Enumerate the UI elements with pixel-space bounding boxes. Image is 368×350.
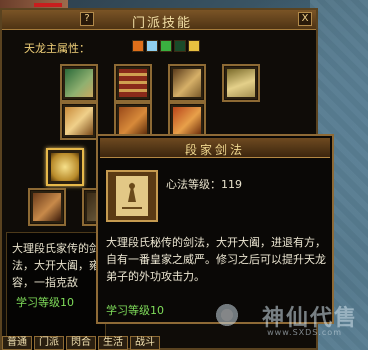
tooltip-description: 大理段氏秘传的剑法，大开大阖，进退有方，自有一番皇家之威严。修习之后可以提升天龙… bbox=[106, 236, 326, 283]
tab-combo[interactable]: 閃合 bbox=[66, 336, 96, 350]
tooltip-title: 段家剑法 bbox=[184, 143, 245, 157]
tooltip-level: 心法等级：119 bbox=[166, 178, 242, 191]
watermark: 神仙代售 www.SXDS.com bbox=[212, 300, 362, 346]
yang-icon bbox=[188, 40, 200, 52]
tooltip-learn-level: 学习等级10 bbox=[106, 304, 164, 317]
window-titlebar[interactable]: ? 门派技能 X bbox=[2, 10, 316, 31]
skill-slot-scroll-bundle[interactable] bbox=[114, 64, 152, 102]
tab-faction[interactable]: 门派 bbox=[34, 336, 64, 350]
main-attribute-label: 天龙主属性： bbox=[24, 42, 90, 55]
tab-combat[interactable]: 战斗 bbox=[130, 336, 160, 350]
skill-tooltip: 段家剑法 心法等级：119 大理段氏秘传的剑法，大开大阖，进退有方，自有一番皇家… bbox=[96, 134, 334, 324]
tab-normal[interactable]: 普通 bbox=[2, 336, 32, 350]
ice-icon bbox=[146, 40, 158, 52]
fire-icon bbox=[132, 40, 144, 52]
skill-slot-selected[interactable] bbox=[46, 148, 84, 186]
poison-icon bbox=[160, 40, 172, 52]
close-button[interactable]: X bbox=[298, 12, 312, 26]
mystic-icon bbox=[174, 40, 186, 52]
hp-bar bbox=[34, 3, 62, 7]
skill-learn-level: 学习等级10 bbox=[16, 296, 74, 309]
watermark-seal-icon bbox=[214, 300, 240, 330]
window-title: 门派技能 bbox=[131, 16, 192, 31]
skill-slot-bookcase[interactable] bbox=[28, 188, 66, 226]
skill-description-text: 大理段氏家传的剑法，大开大阖，雍容，一指克敌 bbox=[12, 242, 100, 289]
skill-slot-scroll-swordsman[interactable] bbox=[60, 102, 98, 140]
watermark-url: www.SXDS.com bbox=[267, 328, 342, 337]
skill-slot-scroll-yellow[interactable] bbox=[222, 64, 260, 102]
skill-slot-scroll-gold[interactable] bbox=[168, 64, 206, 102]
tab-life[interactable]: 生活 bbox=[98, 336, 128, 350]
tooltip-header: 段家剑法 bbox=[100, 138, 330, 158]
skill-slot-scroll-green[interactable] bbox=[60, 64, 98, 102]
tooltip-skill-icon bbox=[106, 170, 158, 222]
